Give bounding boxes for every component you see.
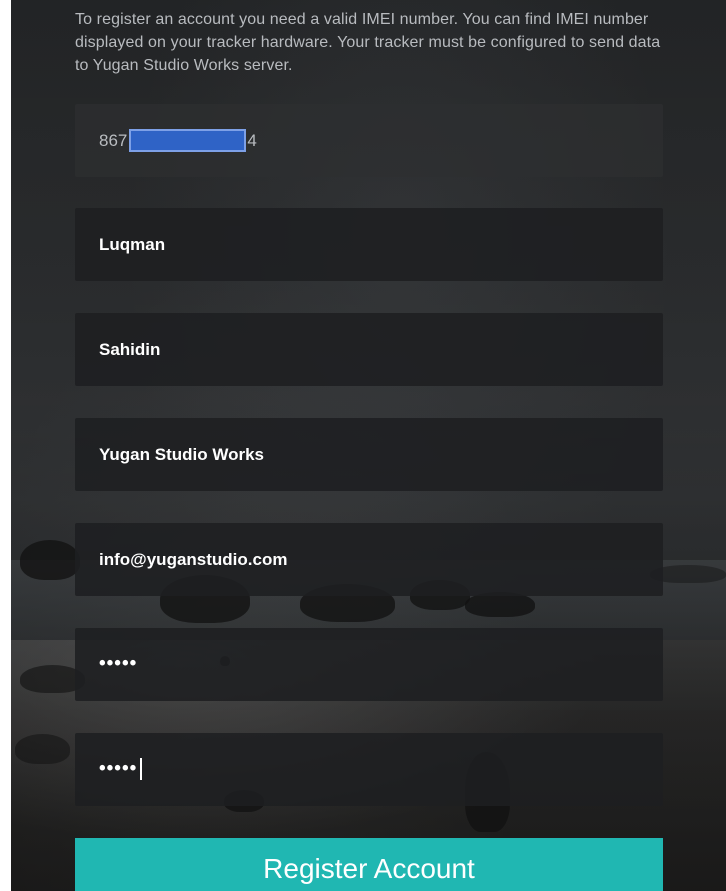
company-value: Yugan Studio Works [99, 444, 264, 464]
last-name-value: Sahidin [99, 339, 161, 359]
text-cursor [140, 757, 143, 780]
registration-screen: To register an account you need a valid … [0, 0, 726, 891]
register-account-button[interactable]: Register Account [75, 838, 663, 891]
email-value: info@yuganstudio.com [99, 549, 288, 569]
first-name-input[interactable]: Luqman [75, 208, 663, 281]
confirm-password-input[interactable]: ••••• [75, 733, 663, 806]
first-name-value: Luqman [99, 234, 166, 254]
last-name-input[interactable]: Sahidin [75, 313, 663, 386]
confirm-password-mask: ••••• [99, 757, 138, 779]
email-input[interactable]: info@yuganstudio.com [75, 523, 663, 596]
left-edge-strip [0, 0, 11, 891]
imei-prefix: 867 [99, 130, 128, 150]
registration-instructions: To register an account you need a valid … [75, 11, 661, 74]
imei-suffix: 4 [247, 130, 257, 150]
password-mask: ••••• [99, 652, 138, 674]
imei-input[interactable]: 867 4 [75, 104, 663, 177]
registration-form: To register an account you need a valid … [0, 0, 726, 891]
password-input[interactable]: ••••• [75, 628, 663, 701]
company-input[interactable]: Yugan Studio Works [75, 418, 663, 491]
imei-redaction-block [129, 129, 247, 152]
imei-value: 867 4 [99, 129, 257, 152]
